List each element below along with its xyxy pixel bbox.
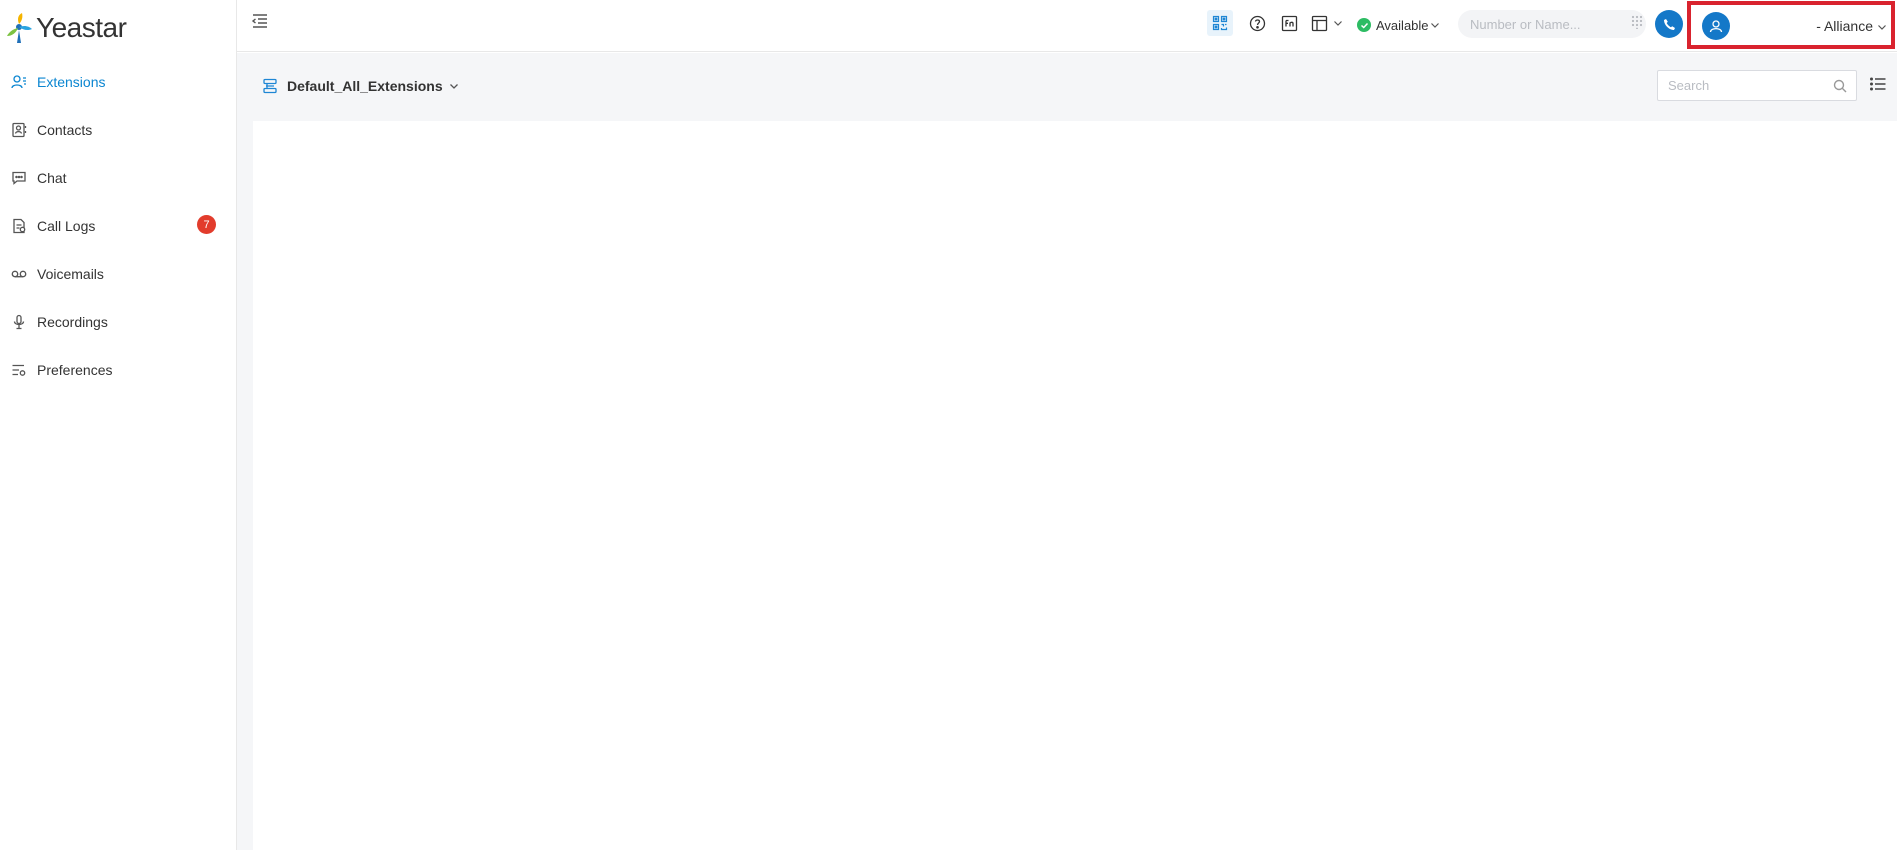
chat-icon bbox=[11, 170, 27, 186]
microphone-icon bbox=[11, 314, 27, 330]
preferences-icon bbox=[11, 362, 27, 378]
sidebar-item-voicemails[interactable]: Voicemails bbox=[0, 250, 236, 298]
window-layout-dropdown[interactable] bbox=[1311, 14, 1345, 32]
status-label: Available bbox=[1376, 17, 1429, 33]
dialpad-icon[interactable] bbox=[1631, 15, 1643, 29]
sidebar-item-label: Preferences bbox=[37, 362, 113, 378]
chevron-down-icon bbox=[449, 84, 458, 89]
yeastar-logo-icon bbox=[7, 13, 32, 43]
call-logs-badge: 7 bbox=[197, 215, 216, 234]
app-root: Yeastar Extensions Contacts Chat Call Lo… bbox=[0, 0, 1897, 850]
help-icon bbox=[1249, 15, 1265, 31]
contacts-icon bbox=[11, 122, 27, 138]
extensions-content-panel bbox=[253, 121, 1897, 850]
sidebar-item-call-logs[interactable]: Call Logs 7 bbox=[0, 202, 236, 250]
sidebar-item-recordings[interactable]: Recordings bbox=[0, 298, 236, 346]
sidebar-item-label: Contacts bbox=[37, 122, 93, 138]
sidebar-item-label: Recordings bbox=[37, 314, 108, 330]
sidebar-item-label: Voicemails bbox=[37, 266, 104, 282]
brand-logo[interactable]: Yeastar bbox=[4, 8, 127, 48]
avatar bbox=[1702, 12, 1730, 40]
presence-status-dropdown[interactable]: Available bbox=[1357, 16, 1440, 34]
sidebar-item-label: Chat bbox=[37, 170, 67, 186]
sidebar-item-chat[interactable]: Chat bbox=[0, 154, 236, 202]
phone-icon bbox=[1663, 18, 1675, 30]
sidebar-item-label: Call Logs bbox=[37, 218, 96, 234]
sidebar-item-preferences[interactable]: Preferences bbox=[0, 346, 236, 394]
extension-group-label: Default_All_Extensions bbox=[287, 78, 443, 94]
chevron-down-icon bbox=[1430, 23, 1439, 28]
call-button[interactable] bbox=[1655, 10, 1683, 38]
extension-group-dropdown[interactable]: Default_All_Extensions bbox=[262, 76, 459, 96]
extensions-icon bbox=[11, 74, 27, 90]
topbar: Available - Alliance bbox=[237, 0, 1897, 52]
dial-number-input[interactable] bbox=[1458, 10, 1646, 38]
account-menu[interactable]: - Alliance bbox=[1687, 1, 1895, 49]
window-layout-icon bbox=[1311, 15, 1328, 31]
sidebar-item-extensions[interactable]: Extensions bbox=[0, 58, 236, 106]
voicemail-icon bbox=[11, 266, 27, 282]
collapse-sidebar-icon[interactable] bbox=[251, 12, 269, 30]
function-key-icon bbox=[1281, 15, 1297, 31]
call-logs-icon bbox=[11, 218, 27, 234]
sidebar: Yeastar Extensions Contacts Chat Call Lo… bbox=[0, 0, 237, 850]
qr-code-button[interactable] bbox=[1207, 10, 1233, 36]
user-icon bbox=[1709, 20, 1723, 33]
main-area: Default_All_Extensions bbox=[237, 53, 1897, 850]
chevron-down-icon bbox=[1334, 21, 1342, 26]
search-icon[interactable] bbox=[1833, 79, 1847, 93]
list-view-icon[interactable] bbox=[1870, 77, 1886, 91]
account-name: - Alliance bbox=[1816, 18, 1873, 34]
extension-group-icon bbox=[263, 78, 277, 94]
extension-search-box bbox=[1657, 70, 1857, 101]
sidebar-item-label: Extensions bbox=[37, 74, 106, 90]
qr-code-icon bbox=[1212, 15, 1228, 31]
sidebar-item-contacts[interactable]: Contacts bbox=[0, 106, 236, 154]
search-input[interactable] bbox=[1658, 71, 1856, 100]
function-keys-button[interactable] bbox=[1280, 14, 1298, 32]
help-button[interactable] bbox=[1248, 14, 1266, 32]
chevron-down-icon bbox=[1878, 25, 1886, 30]
sidebar-nav: Extensions Contacts Chat Call Logs 7 Voi… bbox=[0, 58, 236, 394]
brand-name: Yeastar bbox=[36, 12, 127, 43]
status-available-icon bbox=[1357, 18, 1371, 32]
